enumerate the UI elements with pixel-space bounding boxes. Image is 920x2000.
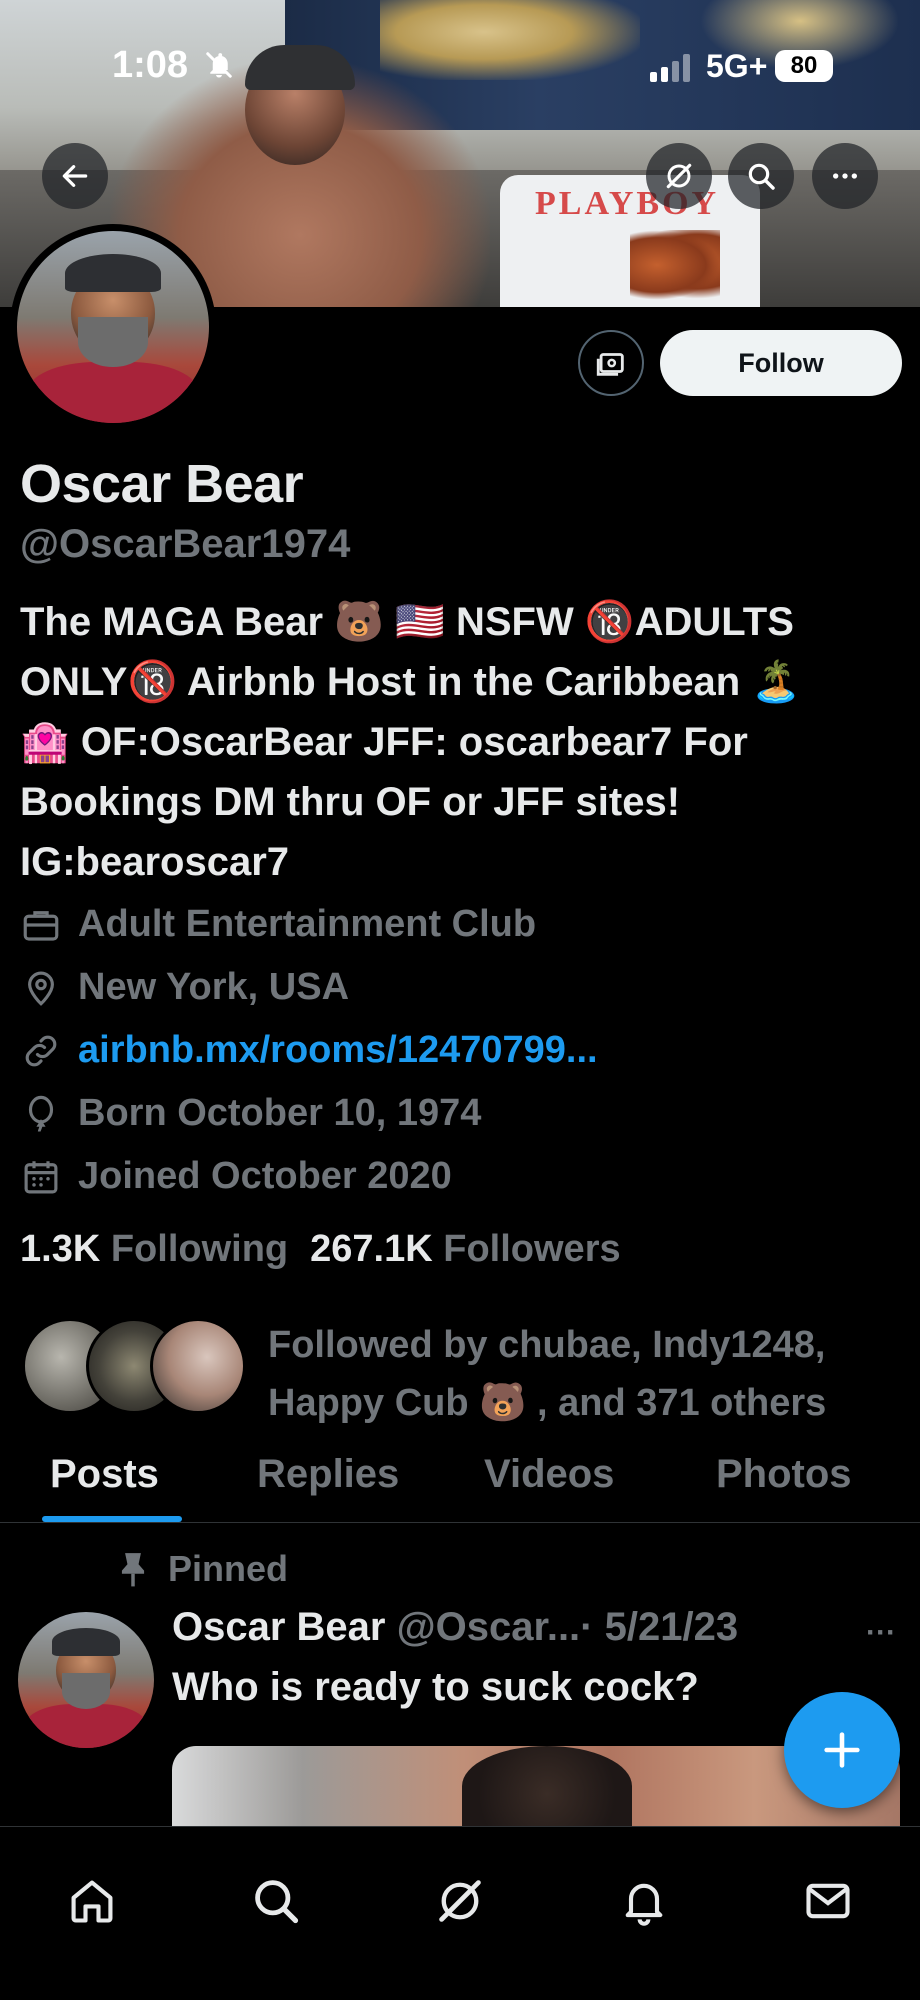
- grok-icon: [666, 163, 692, 189]
- post-author-avatar[interactable]: [18, 1612, 154, 1748]
- back-button[interactable]: [42, 143, 108, 209]
- following-label: Following: [110, 1228, 289, 1270]
- profile-birthday: Born October 10, 1974: [20, 1092, 481, 1135]
- followers-you-know[interactable]: Followed by chubae, Indy1248, Happy Cub …: [22, 1316, 902, 1424]
- pinned-label: Pinned: [116, 1548, 288, 1590]
- following-link[interactable]: 1.3K Following: [20, 1228, 288, 1271]
- post-author-name[interactable]: Oscar Bear: [172, 1605, 385, 1649]
- location-pin-icon: [28, 971, 54, 1006]
- profile-joined: Joined October 2020: [20, 1155, 452, 1198]
- status-time: 1:08: [112, 44, 189, 86]
- profile-avatar[interactable]: [10, 224, 216, 430]
- tab-replies[interactable]: Replies: [257, 1452, 399, 1497]
- followers-count: 267.1K: [310, 1228, 433, 1270]
- subscribe-newsletter-button[interactable]: [578, 330, 644, 396]
- post-author-handle: @Oscar...: [396, 1605, 581, 1649]
- grok-button[interactable]: [646, 143, 712, 209]
- post-more-button[interactable]: ···: [866, 1616, 896, 1650]
- more-button[interactable]: [812, 143, 878, 209]
- newsletter-icon: [596, 353, 624, 376]
- bell-off-icon: [204, 50, 234, 80]
- bell-icon: [625, 1883, 663, 1926]
- grok-icon: [439, 1880, 481, 1922]
- followers-link[interactable]: 267.1K Followers: [310, 1228, 620, 1271]
- network-type: 5G+: [706, 48, 768, 84]
- bio-line: 🏩 OF:OscarBear JFF: oscarbear7 For: [20, 720, 748, 764]
- battery-icon: 80: [775, 50, 833, 82]
- followed-by-text: Followed by chubae, Indy1248, Happy Cub …: [268, 1324, 827, 1424]
- following-count: 1.3K: [20, 1228, 101, 1270]
- joined-text: Joined October 2020: [78, 1155, 452, 1197]
- nav-home[interactable]: [66, 1875, 118, 1927]
- nav-messages[interactable]: [802, 1875, 854, 1927]
- calendar-icon: [24, 1160, 58, 1193]
- banner-butterfly: [630, 230, 720, 300]
- category-text: Adult Entertainment Club: [78, 903, 537, 945]
- search-icon: [748, 163, 775, 190]
- briefcase-icon: [23, 910, 59, 941]
- home-icon: [71, 1880, 113, 1923]
- tab-photos[interactable]: Photos: [716, 1452, 852, 1497]
- tab-videos[interactable]: Videos: [484, 1452, 614, 1497]
- profile-location: New York, USA: [20, 966, 349, 1009]
- bio-line: ONLY🔞 Airbnb Host in the Caribbean 🏝️: [20, 660, 802, 704]
- birthday-text: Born October 10, 1974: [78, 1092, 482, 1134]
- nav-notifications[interactable]: [618, 1875, 670, 1927]
- status-bar: 1:08 5G+ 80: [0, 0, 920, 130]
- cellular-signal-icon: [650, 54, 690, 82]
- arrow-left-icon: [62, 165, 88, 187]
- bio-line: The MAGA Bear 🐻 🇺🇸 NSFW 🔞ADULTS: [20, 600, 794, 644]
- nav-grok[interactable]: [434, 1875, 486, 1927]
- active-tab-indicator: [42, 1516, 182, 1522]
- search-icon: [255, 1880, 299, 1924]
- bottom-navigation: [0, 1826, 920, 2000]
- plus-icon: [824, 1732, 860, 1768]
- pin-icon: [121, 1553, 145, 1587]
- post-header[interactable]: Oscar Bear @Oscar...· 5/21/23: [172, 1605, 738, 1650]
- profile-name: Oscar Bear: [20, 454, 304, 514]
- profile-website[interactable]: airbnb.mx/rooms/12470799...: [20, 1029, 598, 1072]
- follow-button[interactable]: Follow: [660, 330, 902, 396]
- bio-line: Bookings DM thru OF or JFF sites!: [20, 780, 681, 824]
- website-link[interactable]: airbnb.mx/rooms/12470799...: [78, 1029, 598, 1072]
- post-date: · 5/21/23: [580, 1605, 739, 1649]
- location-text: New York, USA: [78, 966, 350, 1008]
- profile-handle: @OscarBear1974: [20, 522, 351, 566]
- post-text: Who is ready to suck cock?: [172, 1665, 699, 1709]
- link-icon: [25, 1035, 57, 1066]
- profile-category: Adult Entertainment Club: [20, 903, 536, 946]
- follow-counts: 1.3K Following 267.1K Followers: [20, 1228, 621, 1271]
- balloon-icon: [28, 1095, 54, 1132]
- profile-bio: The MAGA Bear 🐻 🇺🇸 NSFW 🔞ADULTS ONLY🔞 Ai…: [20, 592, 900, 892]
- tab-posts[interactable]: Posts: [50, 1452, 159, 1497]
- mail-icon: [806, 1883, 850, 1919]
- compose-button[interactable]: [784, 1692, 900, 1808]
- bio-line: IG:bearoscar7: [20, 840, 290, 884]
- avatar: [150, 1318, 246, 1414]
- nav-search[interactable]: [250, 1875, 302, 1927]
- followers-label: Followers: [443, 1228, 621, 1270]
- profile-tabs: Posts Replies Videos Photos: [0, 1440, 920, 1523]
- more-icon: [833, 173, 857, 179]
- mutual-avatars: [22, 1318, 252, 1414]
- search-button[interactable]: [728, 143, 794, 209]
